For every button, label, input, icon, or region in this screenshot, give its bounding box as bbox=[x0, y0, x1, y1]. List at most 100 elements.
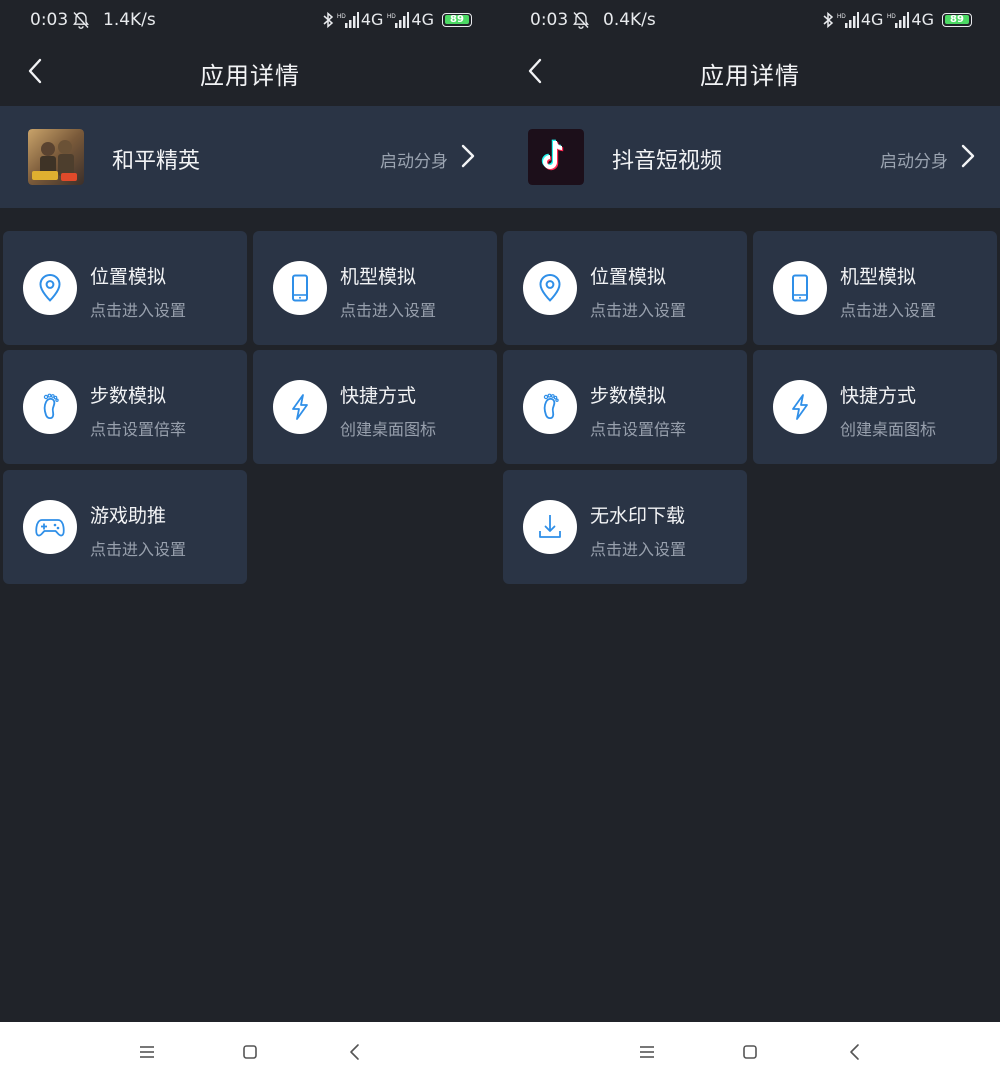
feature-subtitle: 点击设置倍率 bbox=[590, 420, 687, 439]
signal-icon: HD bbox=[837, 11, 859, 28]
status-time: 0:03 bbox=[30, 10, 69, 30]
feature-card-device[interactable]: 机型模拟 点击进入设置 bbox=[253, 231, 497, 345]
tiktok-icon bbox=[528, 129, 584, 185]
home-icon[interactable] bbox=[238, 1040, 262, 1064]
download-icon bbox=[539, 515, 561, 538]
feature-subtitle: 点击进入设置 bbox=[90, 301, 187, 320]
feature-icon-circle bbox=[523, 261, 577, 315]
status-net-speed: 1.4K/s bbox=[103, 10, 156, 30]
app-info-row: 和平精英 启动分身 bbox=[0, 106, 500, 208]
page-title: 应用详情 bbox=[200, 62, 300, 90]
svg-text:HD: HD bbox=[387, 14, 396, 20]
svg-text:HD: HD bbox=[887, 14, 896, 20]
network-type-2: 4G bbox=[911, 10, 934, 29]
bell-muted-icon bbox=[73, 12, 89, 29]
feature-card-location[interactable]: 位置模拟 点击进入设置 bbox=[503, 231, 747, 345]
menu-icon[interactable] bbox=[635, 1040, 659, 1064]
header: 应用详情 bbox=[500, 42, 1000, 102]
back-icon[interactable] bbox=[343, 1040, 367, 1064]
feature-subtitle: 点击进入设置 bbox=[590, 540, 687, 559]
feature-title: 机型模拟 bbox=[340, 266, 417, 288]
status-right-group: HD 4G HD 4G 89 bbox=[321, 10, 472, 29]
lightning-icon bbox=[792, 394, 808, 420]
signal-icon: HD bbox=[387, 11, 410, 28]
feature-card-game-boost[interactable]: 游戏助推 点击进入设置 bbox=[3, 470, 247, 584]
feature-card-steps[interactable]: 步数模拟 点击设置倍率 bbox=[3, 350, 247, 464]
battery-icon: 89 bbox=[442, 12, 472, 27]
launch-clone-button[interactable]: 启动分身 bbox=[380, 147, 448, 172]
game-app-icon bbox=[28, 129, 84, 185]
feature-icon-circle bbox=[23, 380, 77, 434]
status-net-speed: 0.4K/s bbox=[603, 10, 656, 30]
app-detail-screen-right: 0:03 0.4K/s HD 4G HD 4G 89 应用详情 抖音短视频 启动… bbox=[500, 0, 1000, 1022]
feature-title: 位置模拟 bbox=[590, 266, 667, 288]
feature-subtitle: 创建桌面图标 bbox=[840, 420, 937, 439]
location-pin-icon bbox=[539, 273, 561, 302]
status-bar: 0:03 1.4K/s HD 4G HD 4G 89 bbox=[0, 0, 500, 40]
location-pin-icon bbox=[39, 273, 61, 302]
feature-icon-circle bbox=[773, 380, 827, 434]
network-type-1: 4G bbox=[360, 10, 384, 29]
launch-clone-button[interactable]: 启动分身 bbox=[880, 147, 948, 172]
feature-subtitle: 创建桌面图标 bbox=[340, 420, 437, 439]
system-nav-bar bbox=[0, 1022, 1000, 1083]
feature-icon-circle bbox=[23, 500, 77, 554]
feature-icon-circle bbox=[273, 261, 327, 315]
feature-subtitle: 点击进入设置 bbox=[840, 301, 937, 320]
feature-title: 位置模拟 bbox=[90, 266, 167, 288]
network-type-2: 4G bbox=[411, 10, 434, 29]
gamepad-icon bbox=[35, 519, 65, 537]
feature-title: 步数模拟 bbox=[590, 385, 667, 407]
feature-icon-circle bbox=[23, 261, 77, 315]
feature-icon-circle bbox=[523, 380, 577, 434]
feature-subtitle: 点击进入设置 bbox=[590, 301, 687, 320]
feature-title: 快捷方式 bbox=[340, 385, 417, 407]
feature-subtitle: 点击进入设置 bbox=[340, 301, 437, 320]
feature-icon-circle bbox=[273, 380, 327, 434]
feature-title: 无水印下载 bbox=[590, 505, 686, 527]
chevron-right-icon[interactable] bbox=[458, 142, 478, 170]
feature-icon-circle bbox=[523, 500, 577, 554]
bluetooth-icon bbox=[323, 11, 333, 28]
app-name: 抖音短视频 bbox=[612, 149, 723, 174]
signal-icon: HD bbox=[337, 11, 359, 28]
back-icon[interactable] bbox=[843, 1040, 867, 1064]
feature-subtitle: 点击设置倍率 bbox=[90, 420, 187, 439]
feature-card-shortcut[interactable]: 快捷方式 创建桌面图标 bbox=[753, 350, 997, 464]
bluetooth-icon bbox=[823, 11, 833, 28]
menu-icon[interactable] bbox=[135, 1040, 159, 1064]
footprint-icon bbox=[43, 393, 59, 420]
header: 应用详情 bbox=[0, 42, 500, 102]
feature-card-location[interactable]: 位置模拟 点击进入设置 bbox=[3, 231, 247, 345]
phone-icon bbox=[792, 274, 808, 302]
home-icon[interactable] bbox=[738, 1040, 762, 1064]
feature-icon-circle bbox=[773, 261, 827, 315]
feature-title: 步数模拟 bbox=[90, 385, 167, 407]
battery-level: 89 bbox=[450, 14, 464, 25]
lightning-icon bbox=[292, 394, 308, 420]
comparison-screenshot: 0:03 1.4K/s HD 4G HD 4G 89 应用详情 和平精英 启动分… bbox=[0, 0, 1000, 1083]
svg-text:HD: HD bbox=[837, 14, 846, 20]
feature-card-device[interactable]: 机型模拟 点击进入设置 bbox=[753, 231, 997, 345]
feature-card-no-watermark-download[interactable]: 无水印下载 点击进入设置 bbox=[503, 470, 747, 584]
feature-title: 机型模拟 bbox=[840, 266, 917, 288]
footprint-icon bbox=[543, 393, 559, 420]
chevron-right-icon[interactable] bbox=[958, 142, 978, 170]
feature-subtitle: 点击进入设置 bbox=[90, 540, 187, 559]
status-time: 0:03 bbox=[530, 10, 569, 30]
feature-card-shortcut[interactable]: 快捷方式 创建桌面图标 bbox=[253, 350, 497, 464]
app-name: 和平精英 bbox=[112, 149, 201, 174]
status-bar: 0:03 0.4K/s HD 4G HD 4G 89 bbox=[500, 0, 1000, 40]
page-title: 应用详情 bbox=[700, 62, 800, 90]
app-info-row: 抖音短视频 启动分身 bbox=[500, 106, 1000, 208]
status-right-group: HD 4G HD 4G 89 bbox=[821, 10, 972, 29]
signal-icon: HD bbox=[887, 11, 910, 28]
feature-title: 游戏助推 bbox=[90, 505, 167, 527]
phone-icon bbox=[292, 274, 308, 302]
app-detail-screen-left: 0:03 1.4K/s HD 4G HD 4G 89 应用详情 和平精英 启动分… bbox=[0, 0, 500, 1022]
network-type-1: 4G bbox=[860, 10, 884, 29]
feature-title: 快捷方式 bbox=[840, 385, 917, 407]
battery-icon: 89 bbox=[942, 12, 972, 27]
svg-text:HD: HD bbox=[337, 14, 346, 20]
feature-card-steps[interactable]: 步数模拟 点击设置倍率 bbox=[503, 350, 747, 464]
